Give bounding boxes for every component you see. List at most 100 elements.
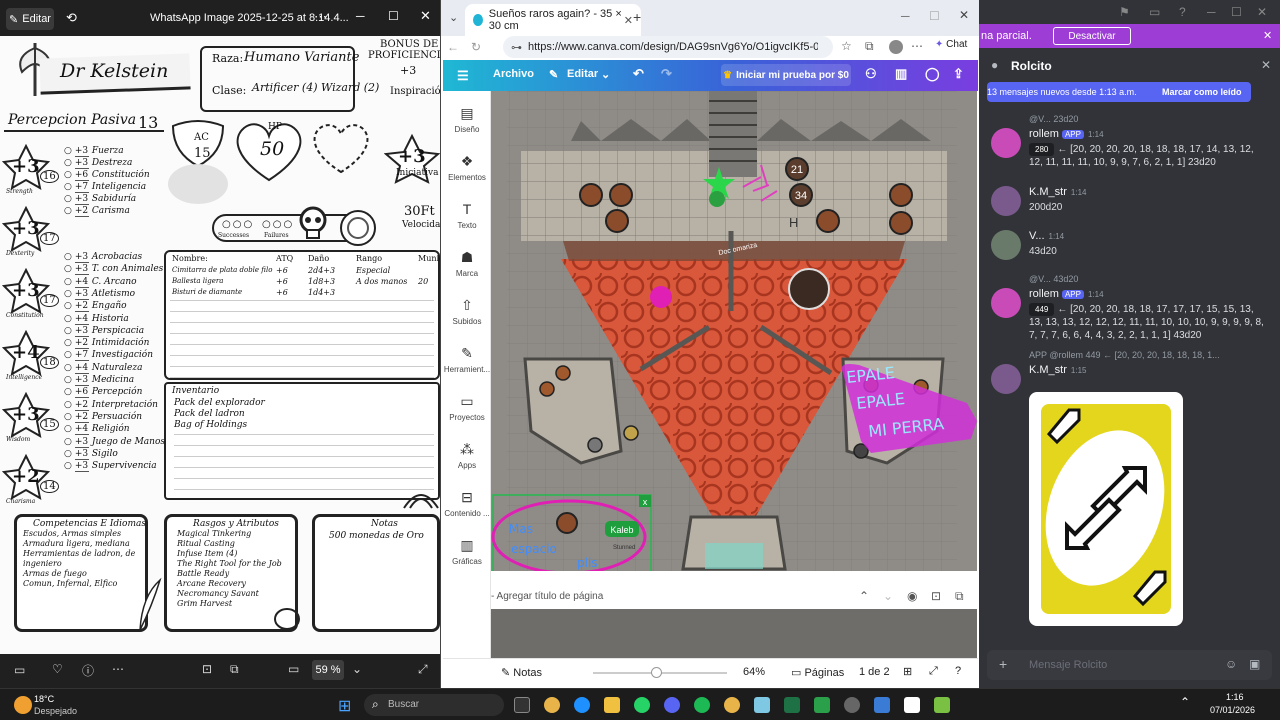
author-name[interactable]: K.M_str <box>1029 364 1067 376</box>
fit-icon[interactable]: ⊡ <box>202 662 212 676</box>
menu-icon[interactable]: ⋯ <box>911 39 923 53</box>
browser-minimize-icon[interactable]: ─ <box>901 9 910 23</box>
file-explorer-icon[interactable] <box>604 697 620 713</box>
sidebar-item[interactable]: ☗ Marca <box>443 249 491 278</box>
steam-icon[interactable] <box>844 697 860 713</box>
more-icon[interactable]: ⋯ <box>112 662 124 676</box>
rotate-icon[interactable]: ⟲ <box>66 10 77 26</box>
minimize-icon[interactable]: ─ <box>356 9 365 23</box>
notice-close-icon[interactable]: ✕ <box>1263 29 1272 42</box>
weather-icon[interactable] <box>14 696 32 714</box>
whatsapp-icon[interactable] <box>634 697 650 713</box>
menu-editar[interactable]: Editar <box>567 68 598 80</box>
windows-start-icon[interactable]: ⊞ <box>338 696 351 716</box>
chrome-profile-icon[interactable] <box>724 697 740 713</box>
info-icon[interactable]: ⓘ <box>82 662 94 679</box>
add-attachment-icon[interactable]: + <box>999 656 1007 672</box>
share-people-icon[interactable]: ⚇ <box>865 66 877 82</box>
comment-icon[interactable]: ◯ <box>925 66 940 82</box>
edge-icon[interactable] <box>574 697 590 713</box>
new-messages-bar[interactable]: 13 mensajes nuevos desde 1:13 a.m. Marca… <box>987 82 1251 102</box>
zoom-slider-handle[interactable] <box>651 667 662 678</box>
avatar[interactable] <box>991 288 1021 318</box>
menu-archivo[interactable]: Archivo <box>493 68 534 80</box>
channel-close-icon[interactable]: ✕ <box>1261 58 1271 72</box>
filmstrip-icon[interactable]: ▭ <box>14 663 25 677</box>
message-input[interactable]: + Mensaje Rolcito ☺ ▣ <box>987 650 1272 680</box>
chevron-up-icon[interactable]: ⌃ <box>1180 695 1190 709</box>
avatar[interactable] <box>991 186 1021 216</box>
sidebar-item[interactable]: ⊟ Contenido ... <box>443 489 491 518</box>
extensions-icon[interactable]: ⧉ <box>865 39 874 54</box>
discord-maximize-icon[interactable]: ☐ <box>1231 5 1242 19</box>
hide-page-icon[interactable]: ◉ <box>907 589 917 603</box>
fullscreen-expand-icon[interactable]: ⤢ <box>929 665 938 678</box>
gif-icon[interactable]: ▣ <box>1249 657 1260 671</box>
more-options-icon[interactable]: ⋯ <box>314 9 327 25</box>
uno-reverse-card-image[interactable] <box>1025 392 1185 626</box>
app-icon[interactable] <box>814 697 830 713</box>
pages-button[interactable]: ▭ Páginas <box>791 666 844 679</box>
chat-button[interactable]: ✦ Chat <box>935 39 967 50</box>
compare-icon[interactable]: ⧉ <box>230 662 239 677</box>
redo-icon[interactable]: ↷ <box>661 66 672 82</box>
sidebar-item[interactable]: ✎ Herramient... <box>443 345 491 374</box>
author-name[interactable]: rollem <box>1029 128 1059 140</box>
page-title-input[interactable]: - Agregar título de página <box>491 591 603 602</box>
hamburger-menu-icon[interactable]: ☰ <box>457 68 469 84</box>
tab-close-icon[interactable]: ✕ <box>624 14 633 27</box>
close-icon[interactable]: ✕ <box>420 8 431 24</box>
author-name[interactable]: V... <box>1029 230 1045 242</box>
undo-icon[interactable]: ↶ <box>633 66 644 82</box>
deactivate-button[interactable]: Desactivar <box>1053 27 1131 45</box>
zoom-level-field[interactable]: 59 % <box>312 660 344 680</box>
help-icon[interactable]: ? <box>955 665 961 677</box>
author-name[interactable]: K.M_str <box>1029 186 1067 198</box>
sidebar-item[interactable]: ⇧ Subidos <box>443 297 491 326</box>
monitor-icon[interactable]: ▭ <box>1149 5 1160 19</box>
page-up-icon[interactable]: ⌃ <box>859 589 869 603</box>
notion-icon[interactable] <box>904 697 920 713</box>
insights-icon[interactable]: ▥ <box>895 66 907 82</box>
tab-search-icon[interactable]: ⌄ <box>449 11 458 24</box>
discord-icon[interactable] <box>664 697 680 713</box>
actual-size-icon[interactable]: ▭ <box>288 662 299 676</box>
vectorworks-icon[interactable] <box>934 697 950 713</box>
avatar[interactable] <box>991 128 1021 158</box>
address-bar[interactable]: ⊶ https://www.canva.com/design/DAG9snVg6… <box>503 36 833 58</box>
browser-maximize-icon[interactable]: ☐ <box>929 9 940 23</box>
lock-page-icon[interactable]: ⊡ <box>931 589 941 603</box>
grid-view-icon[interactable]: ⊞ <box>903 665 912 678</box>
duplicate-page-icon[interactable]: ⧉ <box>955 589 964 604</box>
battle-map[interactable]: 21 34 H Doc omariza EPALE EPALE MI PERRA… <box>491 91 977 571</box>
sidebar-item[interactable]: ⁂ Apps <box>443 441 491 470</box>
help-circle-icon[interactable]: ? <box>1179 5 1186 19</box>
fullscreen-icon[interactable]: ⤢ <box>418 662 428 677</box>
profile-avatar[interactable] <box>889 40 903 54</box>
notepad-icon[interactable] <box>754 697 770 713</box>
search-box[interactable]: ⌕ Buscar <box>364 694 504 716</box>
sidebar-item[interactable]: ▥ Gráficas <box>443 537 491 566</box>
photos-icon[interactable] <box>874 697 890 713</box>
bookmark-icon[interactable]: ☆ <box>841 39 852 53</box>
reload-icon[interactable]: ↻ <box>471 40 481 54</box>
edit-button[interactable]: ✎ Editar <box>6 8 54 30</box>
author-name[interactable]: rollem <box>1029 288 1059 300</box>
mark-read-button[interactable]: Marcar como leído <box>1162 87 1242 97</box>
favorite-icon[interactable]: ♡ <box>52 662 63 676</box>
page-down-icon[interactable]: ⌄ <box>883 589 893 603</box>
upload-share-icon[interactable]: ⇪ <box>953 66 964 82</box>
new-tab-icon[interactable]: + <box>633 9 641 25</box>
excel-icon[interactable] <box>784 697 800 713</box>
browser-close-icon[interactable]: ✕ <box>959 8 969 22</box>
zoom-percent[interactable]: 64% <box>743 666 765 678</box>
chevron-down-icon[interactable]: ⌄ <box>352 662 362 676</box>
tab-canva[interactable]: Sueños raros again? - 35 × 30 cm ✕ <box>465 4 641 36</box>
emoji-icon[interactable]: ☺ <box>1225 657 1237 671</box>
avatar[interactable] <box>991 230 1021 260</box>
sidebar-item[interactable]: T Texto <box>443 201 491 230</box>
maximize-icon[interactable]: ☐ <box>388 9 399 23</box>
chrome-icon[interactable] <box>544 697 560 713</box>
discord-minimize-icon[interactable]: ─ <box>1207 5 1216 19</box>
task-view-icon[interactable] <box>514 697 530 713</box>
